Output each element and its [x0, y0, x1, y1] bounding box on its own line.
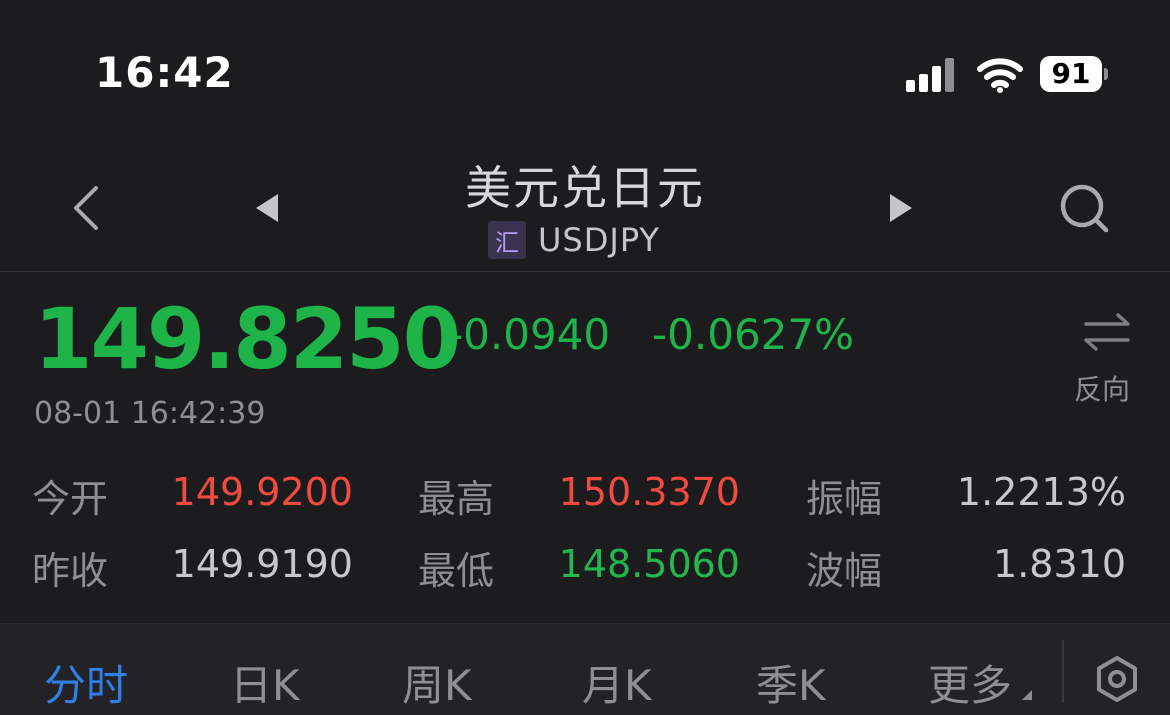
- reverse-icon[interactable]: [1082, 312, 1132, 352]
- stat-amplitude-label: 振幅: [806, 477, 883, 521]
- stat-prevclose-label: 昨收: [32, 549, 109, 593]
- header-divider: [0, 271, 1170, 272]
- wifi-icon: [976, 56, 1024, 94]
- settings-icon[interactable]: [1092, 654, 1142, 704]
- status-time: 16:42: [95, 48, 234, 97]
- prev-icon[interactable]: [254, 192, 280, 224]
- stat-prevclose-value: 149.9190: [171, 542, 353, 586]
- tab-more[interactable]: 更多: [928, 652, 1012, 713]
- page-title: 美元兑日元: [465, 161, 705, 215]
- tab-quarterly-k[interactable]: 季K: [756, 652, 826, 713]
- search-icon[interactable]: [1058, 182, 1112, 236]
- stat-volatility-value: 1.8310: [993, 542, 1126, 586]
- battery-level: 91: [1040, 56, 1102, 92]
- stat-open-value: 149.9200: [171, 470, 353, 514]
- stat-high-label: 最高: [418, 477, 495, 521]
- more-dropdown-icon: [1022, 690, 1032, 700]
- price-change: -0.0940: [448, 310, 611, 359]
- tab-intraday[interactable]: 分时: [44, 652, 128, 713]
- price-change-percent: -0.0627%: [652, 310, 855, 359]
- stat-low-value: 148.5060: [558, 542, 740, 586]
- current-price: 149.8250: [34, 290, 461, 388]
- back-icon[interactable]: [68, 186, 108, 230]
- symbol-subtitle: 汇 USDJPY: [488, 220, 660, 260]
- stat-high-value: 150.3370: [558, 470, 740, 514]
- signal-icon: [906, 56, 960, 92]
- reverse-label[interactable]: 反向: [1074, 368, 1130, 408]
- quote-timestamp: 08-01 16:42:39: [34, 396, 266, 431]
- battery-icon: 91: [1040, 56, 1108, 94]
- tab-divider: [1062, 640, 1064, 702]
- stat-volatility-label: 波幅: [806, 549, 883, 593]
- stat-open-label: 今开: [32, 477, 109, 521]
- stat-low-label: 最低: [418, 549, 495, 593]
- stat-amplitude-value: 1.2213%: [956, 470, 1126, 514]
- tab-daily-k[interactable]: 日K: [230, 652, 300, 713]
- symbol-code: USDJPY: [538, 221, 660, 259]
- next-icon[interactable]: [888, 192, 914, 224]
- tab-monthly-k[interactable]: 月K: [582, 652, 652, 713]
- forex-badge: 汇: [488, 221, 526, 259]
- tab-weekly-k[interactable]: 周K: [402, 652, 472, 713]
